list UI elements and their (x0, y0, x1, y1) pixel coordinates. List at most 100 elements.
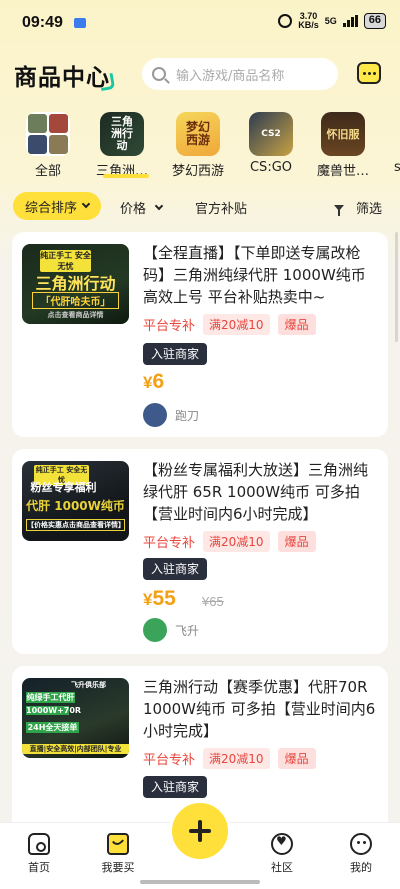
heart-icon (271, 833, 293, 855)
chevron-down-icon (81, 199, 91, 209)
game-item-delta-force[interactable]: 三角洲行动 三角洲… (82, 112, 162, 179)
scrollbar[interactable] (395, 232, 398, 342)
default-sort-dropdown[interactable]: 综合排序 (13, 192, 102, 220)
alarm-icon (278, 14, 293, 28)
merchant-badge: 入驻商家 (143, 558, 208, 580)
subsidy-tag: 平台专补 (143, 753, 196, 768)
game-name: 全部 (34, 164, 61, 179)
image-text: 1000W+70R (26, 706, 82, 715)
chat-dot-icon (367, 71, 371, 75)
status-bar: 09:49 3.70 KB/s 5G 66 (0, 0, 400, 46)
selected-game-indicator (103, 174, 149, 178)
game-category-list: 全部 三角洲行动 三角洲… 梦幻西游 梦幻西游 CS2 CS:GO 怀旧服 魔兽… (0, 112, 400, 182)
product-card[interactable]: 纯正手工 安全无忧 三角洲行动 「代肝哈夫币」 点击查看商品详情 【全程直播】【… (12, 232, 388, 437)
game-name: CS:GO (249, 160, 292, 175)
product-tags: 平台专补 满20减10 爆品 (143, 748, 316, 769)
game-item-csgo[interactable]: CS2 CS:GO (231, 112, 311, 175)
status-right: 3.70 KB/s 5G 66 (278, 12, 386, 30)
game-item-partial[interactable]: s (394, 160, 400, 175)
csgo-icon: CS2 (249, 112, 293, 156)
nav-community-label: 社区 (271, 861, 293, 874)
thumb-text: 怀旧服 (326, 128, 360, 141)
nav-mine-label: 我的 (350, 861, 372, 874)
thumb-text: 梦幻西游 (185, 120, 210, 147)
nav-home-label: 首页 (28, 861, 50, 874)
chat-dot-icon (362, 71, 366, 75)
discount-tag: 满20减10 (203, 314, 270, 335)
filter-icon (334, 204, 344, 216)
nav-mine[interactable]: 我的 (331, 833, 391, 875)
seller-info[interactable]: 跑刀 (143, 403, 199, 427)
avatar (143, 618, 167, 642)
price-sort-button[interactable]: 价格 (120, 198, 164, 217)
image-text: 24H全天接单 (26, 722, 79, 733)
seller-info[interactable]: 飞升 (143, 618, 199, 642)
net-speed: 3.70 KB/s (298, 11, 319, 30)
seller-name: 跑刀 (175, 408, 200, 423)
chevron-down-icon (154, 201, 164, 210)
original-price: ¥65 (202, 594, 224, 609)
product-tags: 平台专补 满20减10 爆品 (143, 531, 316, 552)
game-item-fantasy-westward[interactable]: 梦幻西游 梦幻西游 (158, 112, 238, 179)
game-item-wow[interactable]: 怀旧服 魔兽世… (303, 112, 383, 179)
publish-plus-button[interactable] (169, 800, 231, 862)
default-sort-label: 综合排序 (25, 200, 78, 216)
fantasy-westward-icon: 梦幻西游 (176, 112, 220, 156)
header: 商品中心 输入游戏/商品名称 (0, 54, 400, 98)
product-image: 纯正手工 安全无忧 粉丝专享福利 代肝 1000W纯币 【价格实惠点击商品查看详… (22, 461, 129, 541)
delta-force-icon: 三角洲行动 (100, 112, 144, 156)
home-indicator (140, 880, 260, 884)
thumb-text: CS2 (261, 129, 281, 139)
chat-dot-icon (372, 71, 376, 75)
product-title[interactable]: 【全程直播】【下单即送专属改枪码】三角洲纯绿代肝 1000W纯币 高效上号 平台… (143, 242, 379, 308)
subsidy-label: 官方补贴 (195, 202, 248, 217)
sort-bar: 综合排序 价格 官方补贴 筛选 (0, 192, 400, 220)
image-text: 纯绿手工代肝 (26, 692, 75, 703)
hot-tag: 爆品 (277, 531, 316, 552)
thumb-text: 三角洲行动 (111, 115, 133, 152)
image-text: 飞升俱乐部 (71, 681, 106, 689)
image-text: 纯正手工 安全无忧 (40, 250, 91, 272)
product-title[interactable]: 【粉丝专属福利大放送】三角洲纯绿代肝 65R 1000W纯币 可多拍【营业时间内… (143, 459, 379, 525)
nav-community[interactable]: 社区 (252, 833, 312, 875)
image-text: 三角洲行动 (35, 274, 116, 293)
profile-face-icon (350, 833, 372, 855)
image-text: 「代肝哈夫币」 (32, 292, 119, 309)
page-title: 商品中心 (14, 65, 110, 91)
filter-button[interactable]: 筛选 (334, 198, 382, 217)
image-text: 【价格实惠点击商品查看详情】 (26, 519, 125, 531)
discount-tag: 满20减10 (203, 748, 270, 769)
discount-tag: 满20减10 (203, 531, 270, 552)
product-card[interactable]: 纯正手工 安全无忧 粉丝专享福利 代肝 1000W纯币 【价格实惠点击商品查看详… (12, 449, 388, 654)
seller-name: 飞升 (175, 623, 200, 638)
game-name: 梦幻西游 (171, 164, 224, 179)
nav-home[interactable]: 首页 (9, 833, 69, 875)
shopping-bag-icon (107, 833, 129, 855)
hot-tag: 爆品 (277, 748, 316, 769)
merchant-badge: 入驻商家 (143, 343, 208, 365)
image-text: 点击查看商品详情 (47, 311, 104, 319)
image-text: 粉丝专享福利 (30, 481, 97, 494)
wow-icon: 怀旧服 (321, 112, 365, 156)
subsidy-tag: 平台专补 (143, 536, 196, 551)
network-type: 5G (324, 15, 337, 26)
subsidy-tag: 平台专补 (143, 319, 196, 334)
product-tags: 平台专补 满20减10 爆品 (143, 314, 316, 335)
hot-tag: 爆品 (277, 314, 316, 335)
battery-indicator: 66 (363, 13, 386, 29)
search-placeholder: 输入游戏/商品名称 (176, 68, 285, 84)
game-item-all[interactable]: 全部 (8, 112, 88, 179)
avatar (143, 403, 167, 427)
image-text: 直播|安全高效|内部团队|专业 (22, 744, 129, 754)
product-price: ¥55 (143, 587, 176, 610)
image-text: 代肝 1000W纯币 (26, 499, 125, 513)
search-input[interactable]: 输入游戏/商品名称 (142, 58, 338, 90)
notification-icon (74, 18, 86, 28)
nav-buy-label: 我要买 (101, 861, 135, 874)
signal-icon (342, 15, 358, 27)
official-subsidy-button[interactable]: 官方补贴 (195, 198, 247, 217)
merchant-badge: 入驻商家 (143, 776, 208, 798)
product-title[interactable]: 三角洲行动【赛季优惠】代肝70R 1000W纯币 可多拍【营业时间内6小时完成】 (143, 676, 379, 742)
message-button[interactable] (357, 62, 381, 84)
nav-buy[interactable]: 我要买 (88, 833, 148, 875)
